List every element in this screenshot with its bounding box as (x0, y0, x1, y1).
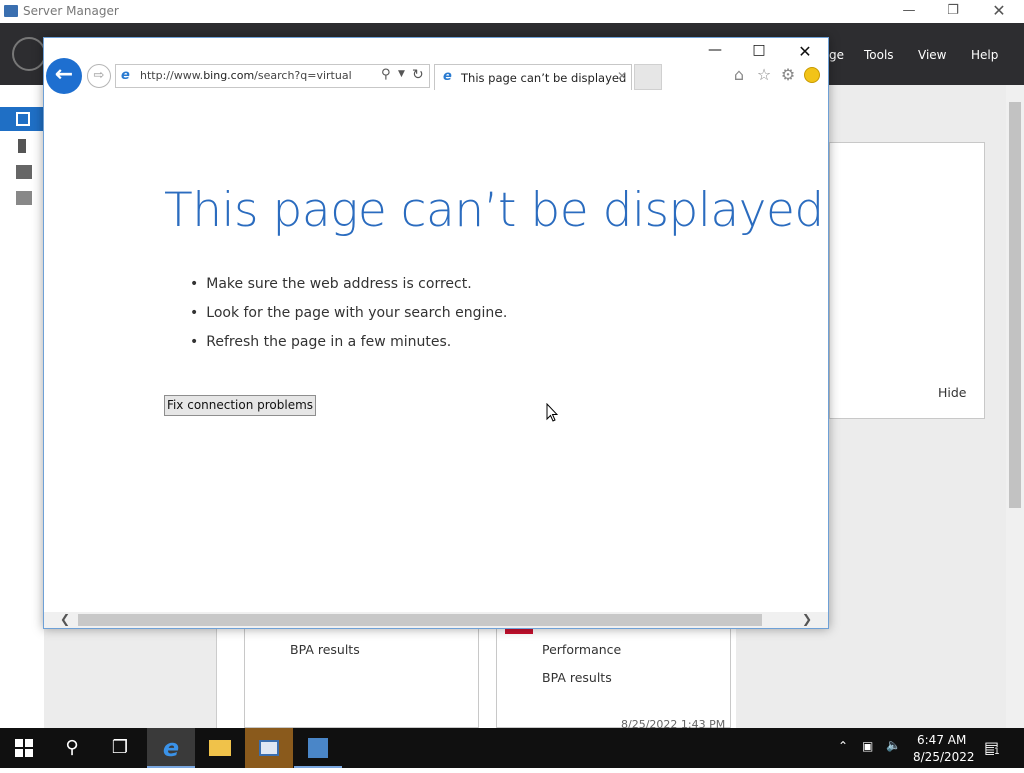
horizontal-scroll-thumb[interactable] (78, 614, 762, 626)
ie-minimize-button[interactable]: — (705, 42, 725, 58)
clock-time[interactable]: 6:47 AM (917, 733, 966, 747)
file-storage-icon (16, 191, 32, 205)
windows-start-icon[interactable] (0, 728, 48, 768)
forward-button[interactable]: ⇨ (87, 64, 111, 88)
server-manager-icon (4, 5, 18, 17)
dashboard-icon (16, 112, 30, 126)
forward-arrow-icon: ⇨ (93, 68, 105, 83)
url-path: /search?q=virtualbox+ (254, 69, 352, 82)
tile-1: BPA results (244, 625, 479, 728)
ie-toolbar: — □ ✕ ← ⇨ e http://www.bing.com/search?q… (44, 38, 828, 98)
file-explorer-icon[interactable] (196, 728, 244, 768)
ie-icon: e (121, 68, 130, 83)
bullet-1: • Make sure the web address is correct. (190, 276, 472, 292)
bullet-3-text: Refresh the page in a few minutes. (206, 334, 452, 350)
sm-back-button[interactable] (12, 37, 46, 71)
favorites-star-icon[interactable]: ☆ (754, 65, 774, 84)
network-icon[interactable]: ▣ (862, 739, 873, 753)
server-manager-scrollbar[interactable] (1006, 85, 1024, 728)
mouse-cursor (546, 403, 558, 422)
task-view-icon[interactable]: ❐ (96, 728, 144, 768)
menu-view[interactable]: View (918, 48, 946, 62)
taskbar-ie-icon[interactable]: e (147, 728, 195, 768)
settings-gear-icon[interactable]: ⚙ (778, 65, 798, 84)
ie-window: — □ ✕ ← ⇨ e http://www.bing.com/search?q… (43, 37, 829, 629)
minimize-button[interactable]: — (895, 2, 923, 20)
scroll-thumb[interactable] (1009, 102, 1021, 508)
new-tab-button[interactable] (634, 64, 662, 90)
server-manager-title: Server Manager (23, 4, 119, 18)
hide-link[interactable]: Hide (938, 385, 967, 400)
address-bar[interactable]: e http://www.bing.com/search?q=virtualbo… (115, 64, 430, 88)
menu-help[interactable]: Help (971, 48, 998, 62)
welcome-panel: Hide (829, 142, 985, 419)
back-arrow-icon: ← (54, 62, 74, 87)
server-manager-nav (0, 85, 44, 728)
refresh-icon[interactable]: ↻ (412, 67, 424, 83)
taskbar: ⚲ ❐ e ⌃ ▣ 🔈 6:47 AM 8/25/2022 ▤ 1 (0, 728, 1024, 768)
error-heading: This page can’t be displayed (164, 183, 824, 238)
tile-2-bpa[interactable]: BPA results (542, 670, 612, 685)
local-server-icon (18, 139, 26, 153)
close-button[interactable]: ✕ (985, 2, 1013, 20)
tile-2: Performance BPA results 8/25/2022 1:43 P… (496, 625, 731, 728)
scroll-left-icon[interactable]: ❮ (60, 612, 70, 626)
back-button[interactable]: ← (46, 58, 82, 94)
chevron-up-icon[interactable]: ⌃ (838, 739, 848, 753)
bullet-3: • Refresh the page in a few minutes. (190, 334, 452, 350)
ie-maximize-button[interactable]: □ (749, 42, 769, 58)
horizontal-scrollbar[interactable]: ❮ ❯ (44, 612, 828, 628)
tab-ie-icon: e (443, 69, 452, 84)
tile-2-performance[interactable]: Performance (542, 642, 621, 657)
tile-2-timestamp: 8/25/2022 1:43 PM (621, 718, 726, 728)
bullet-2: • Look for the page with your search engi… (190, 305, 508, 321)
server-manager-titlebar: Server Manager — ❐ ✕ (0, 0, 1024, 23)
clock-date[interactable]: 8/25/2022 (913, 750, 975, 764)
smiley-feedback-icon[interactable] (804, 67, 820, 83)
restore-button[interactable]: ❐ (939, 2, 967, 20)
search-taskbar-icon[interactable]: ⚲ (48, 728, 96, 768)
taskbar-server-manager-icon[interactable] (245, 728, 293, 768)
address-url[interactable]: http://www.bing.com/search?q=virtualbox+ (140, 69, 352, 82)
dropdown-icon[interactable]: ▼ (398, 69, 405, 79)
tab-active[interactable]: e This page can’t be displayed ✕ (434, 64, 632, 90)
menu-tools[interactable]: Tools (864, 48, 894, 62)
bullet-2-text: Look for the page with your search engin… (206, 305, 508, 321)
search-icon[interactable]: ⚲ (381, 67, 391, 82)
all-servers-icon (16, 165, 32, 179)
url-domain: bing.com (203, 69, 255, 82)
tab-title: This page can’t be displayed (461, 71, 627, 85)
menu-manage[interactable]: ge (829, 48, 844, 62)
home-icon[interactable]: ⌂ (729, 65, 749, 84)
taskbar-app-icon[interactable] (294, 728, 342, 768)
url-prefix: http://www. (140, 69, 204, 82)
bullet-1-text: Make sure the web address is correct. (206, 276, 472, 292)
notification-count: 1 (994, 747, 1000, 757)
volume-muted-icon[interactable]: 🔈 (886, 738, 901, 752)
tile-1-bpa[interactable]: BPA results (290, 642, 360, 657)
scroll-right-icon[interactable]: ❯ (802, 612, 812, 626)
close-tab-icon[interactable]: ✕ (617, 69, 627, 83)
fix-connection-button[interactable]: Fix connection problems (164, 395, 316, 416)
ie-close-button[interactable]: ✕ (795, 42, 815, 61)
